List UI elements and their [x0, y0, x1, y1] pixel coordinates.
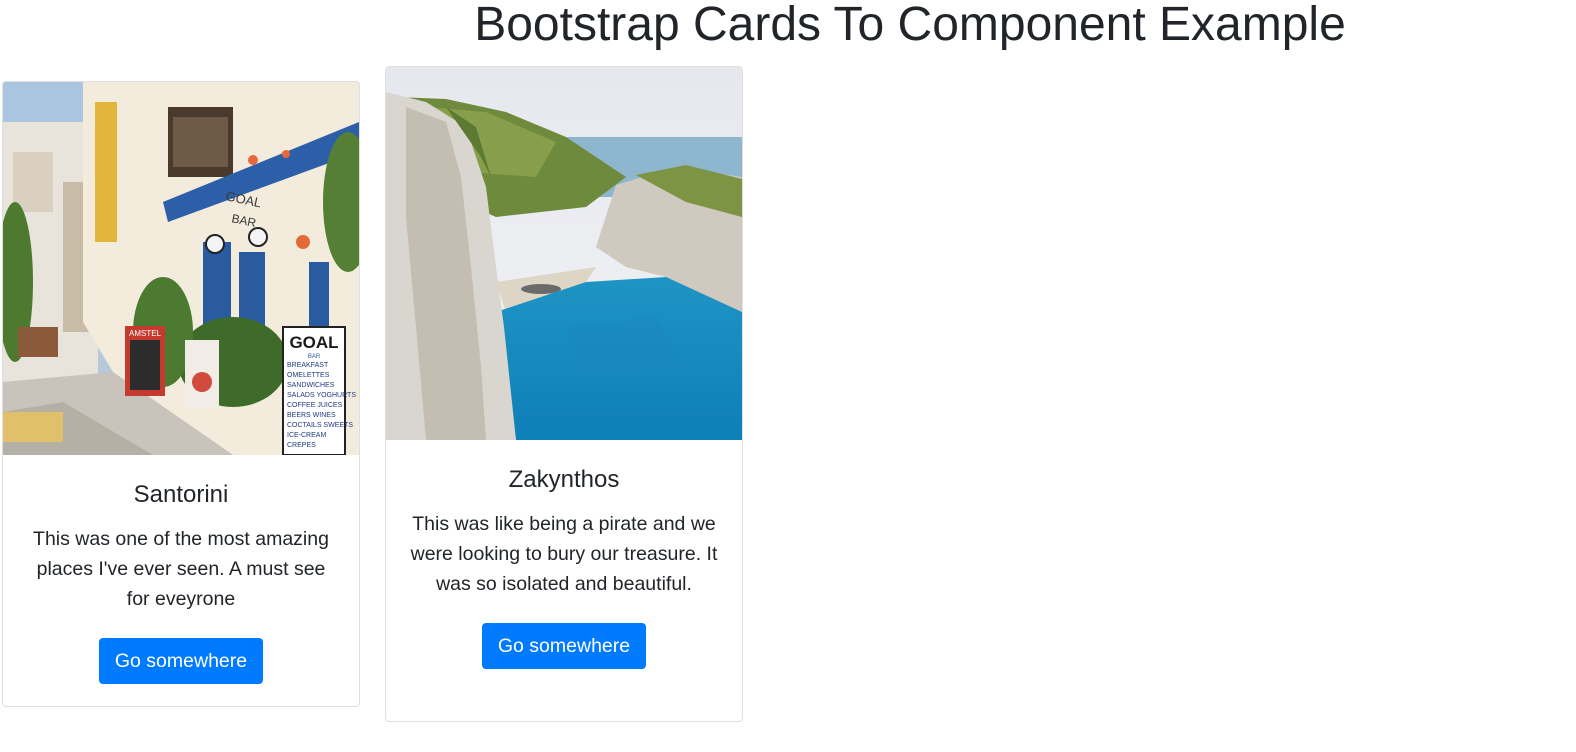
go-somewhere-button[interactable]: Go somewhere	[481, 623, 647, 669]
card-image-santorini: AMSTEL GOAL BAR GOAL BAR BREAKFAST OMELET…	[3, 82, 359, 455]
menu-line-text: CREPES	[287, 442, 316, 449]
card-body: Zakynthos This was like being a pirate a…	[386, 464, 742, 669]
amstel-sign-text: AMSTEL	[129, 329, 162, 338]
card-text: This was one of the most amazing places …	[33, 528, 329, 610]
page-title: Bootstrap Cards To Component Example	[474, 0, 1346, 51]
card-title: Zakynthos	[508, 466, 620, 493]
page: Bootstrap Cards To Component Example AMS…	[0, 0, 1576, 752]
menu-line-text: BEERS WINES	[287, 412, 336, 419]
card-image-zakynthos	[386, 67, 742, 440]
menu-line-text: COCTAILS SWEETS	[287, 422, 353, 429]
menu-line-text: SANDWICHES	[287, 382, 335, 389]
menu-line-text: BREAKFAST	[287, 362, 329, 369]
menu-line-text: OMELETTES	[287, 372, 330, 379]
go-somewhere-button[interactable]: Go somewhere	[98, 638, 264, 684]
card-body: Santorini This was one of the most amazi…	[3, 479, 359, 684]
menu-goal-text: GOAL	[289, 333, 338, 352]
card-zakynthos: Zakynthos This was like being a pirate a…	[385, 66, 743, 722]
card-santorini: AMSTEL GOAL BAR GOAL BAR BREAKFAST OMELET…	[2, 81, 360, 707]
card-title: Santorini	[133, 481, 229, 508]
menu-line-text: ICE-CREAM	[287, 432, 326, 439]
menu-bar-text: BAR	[308, 354, 321, 360]
card-text: This was like being a pirate and we were…	[410, 513, 718, 595]
menu-line-text: COFFEE JUICES	[287, 402, 343, 409]
menu-line-text: SALADS YOGHURTS	[287, 392, 356, 399]
